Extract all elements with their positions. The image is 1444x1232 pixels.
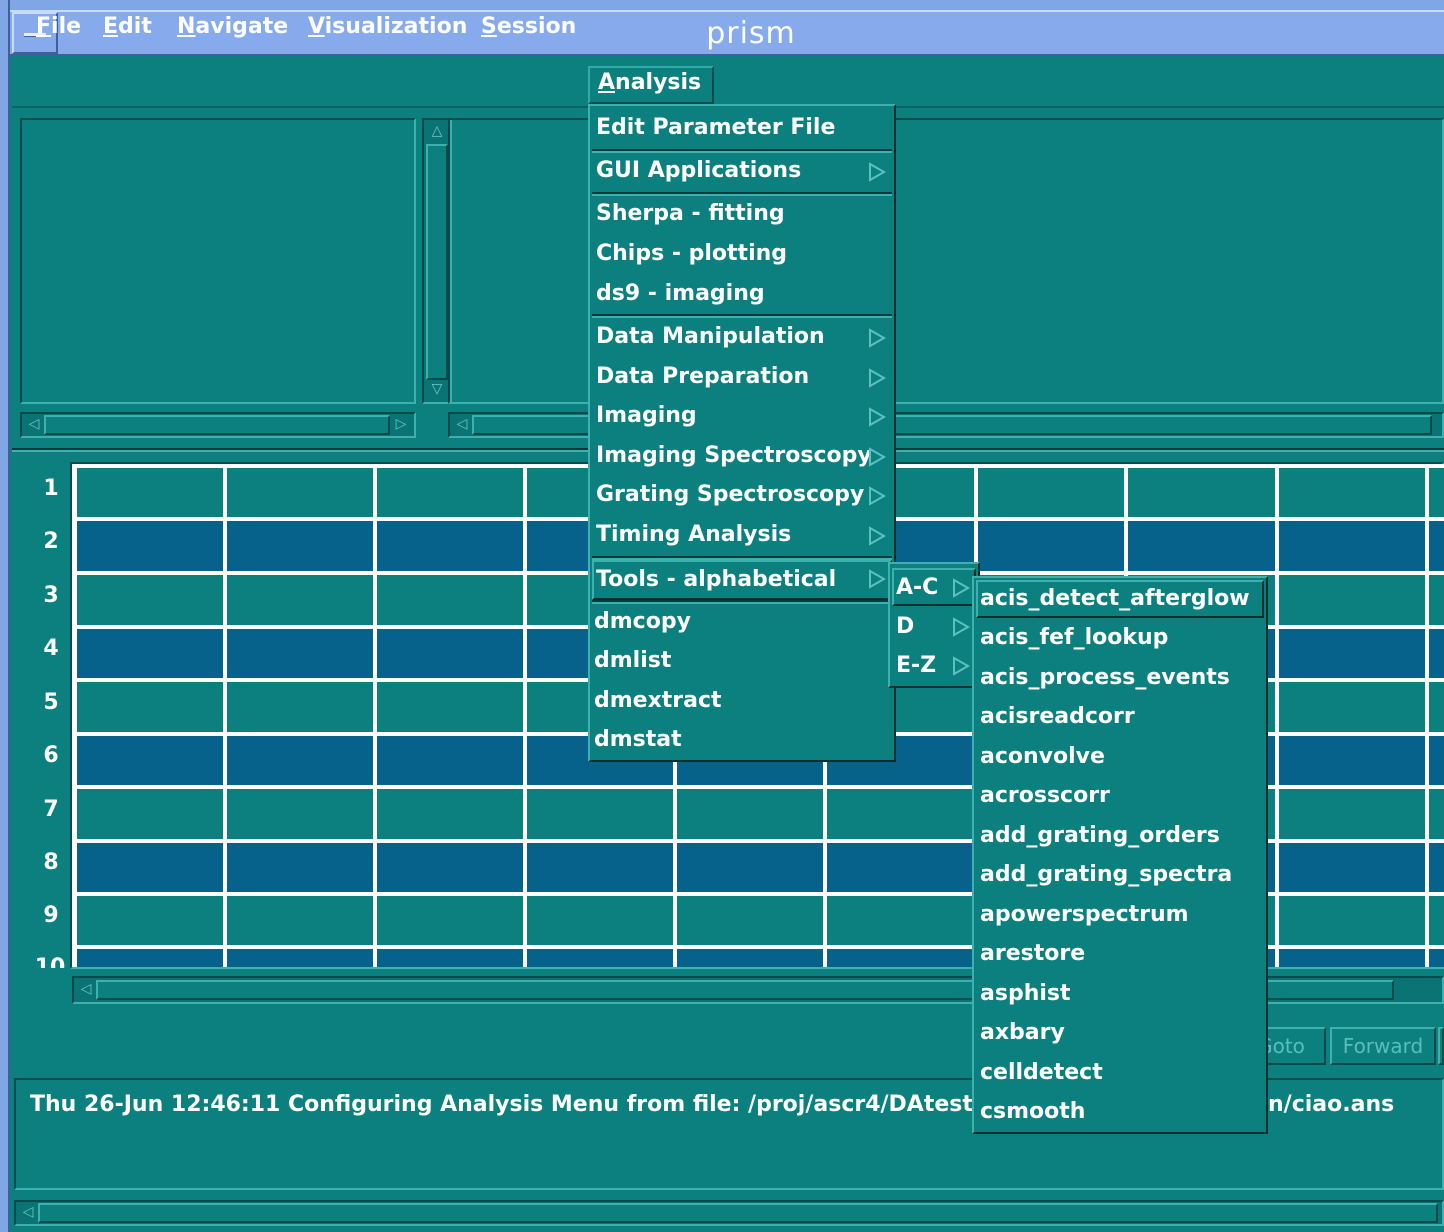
row-number: 5 — [43, 690, 59, 715]
scroll-left-icon[interactable]: ◁ — [18, 1203, 38, 1223]
menu-item-timing-analysis[interactable]: Timing Analysis — [596, 517, 791, 553]
menu-item-chips[interactable]: Chips - plotting — [596, 236, 787, 272]
menu-edit[interactable]: Edit — [95, 10, 160, 44]
status-message: Thu 26-Jun 12:46:11 Configuring Analysis… — [30, 1092, 1023, 1117]
window-frame-top — [0, 0, 1444, 10]
column-divider — [373, 464, 377, 967]
menu-item-csmooth[interactable]: csmooth — [980, 1094, 1085, 1130]
menu-analysis[interactable]: Analysis — [588, 66, 714, 104]
row-number: 2 — [43, 529, 59, 554]
menu-item-apowerspectrum[interactable]: apowerspectrum — [980, 897, 1189, 933]
analysis-menu: Edit Parameter File GUI Applications She… — [588, 104, 896, 762]
scroll-left-icon[interactable]: ◁ — [452, 415, 472, 435]
cascade-arrow-icon — [868, 162, 886, 182]
menu-item-ds9[interactable]: ds9 - imaging — [596, 276, 765, 312]
scrollbar-thumb[interactable] — [38, 1203, 1438, 1223]
menu-item-edit-parameter-file[interactable]: Edit Parameter File — [596, 110, 835, 146]
scroll-right-icon[interactable]: ▷ — [390, 415, 412, 435]
row-number: 6 — [43, 743, 59, 768]
tree-pane[interactable] — [20, 118, 416, 404]
menu-item-data-manipulation[interactable]: Data Manipulation — [596, 319, 825, 355]
scroll-down-icon[interactable]: ▽ — [426, 380, 448, 400]
menu-item-dmextract[interactable]: dmextract — [594, 683, 722, 719]
tools-submenu: A-C D E-Z — [888, 562, 980, 688]
scroll-up-icon[interactable]: △ — [426, 122, 448, 142]
row-number: 10 — [30, 957, 70, 969]
menu-item-acis-fef-lookup[interactable]: acis_fef_lookup — [980, 620, 1168, 656]
menu-item-data-preparation[interactable]: Data Preparation — [596, 359, 809, 395]
row-number: 1 — [43, 476, 59, 501]
menu-item-acis-process-events[interactable]: acis_process_events — [980, 660, 1230, 696]
forward-button[interactable]: Forward — [1330, 1027, 1436, 1065]
cascade-arrow-icon — [868, 447, 886, 467]
menu-item-e-z[interactable]: E-Z — [896, 648, 936, 684]
menubar — [12, 58, 1444, 108]
row-number: 8 — [43, 850, 59, 875]
menu-item-sherpa[interactable]: Sherpa - fitting — [596, 196, 785, 232]
cascade-arrow-icon — [952, 656, 970, 676]
next-button-partial[interactable] — [1438, 1027, 1444, 1065]
row-number: 3 — [43, 583, 59, 608]
menu-item-arestore[interactable]: arestore — [980, 936, 1085, 972]
menu-file[interactable]: File — [28, 10, 89, 44]
a-c-submenu: acis_detect_afterglow acis_fef_lookup ac… — [972, 576, 1268, 1134]
menu-item-acrosscorr[interactable]: acrosscorr — [980, 778, 1110, 814]
menu-item-gui-applications[interactable]: GUI Applications — [596, 153, 801, 189]
row-number: 4 — [43, 636, 59, 661]
menu-item-a-c[interactable]: A-C — [896, 570, 938, 606]
column-divider — [1425, 464, 1429, 967]
menu-item-acisreadcorr[interactable]: acisreadcorr — [980, 699, 1135, 735]
cascade-arrow-icon — [868, 328, 886, 348]
cascade-arrow-icon — [868, 486, 886, 506]
cascade-arrow-icon — [868, 407, 886, 427]
menu-item-acis-detect-afterglow[interactable]: acis_detect_afterglow — [980, 581, 1250, 617]
row-number: 9 — [43, 903, 59, 928]
menu-item-add-grating-orders[interactable]: add_grating_orders — [980, 818, 1220, 854]
menu-item-add-grating-spectra[interactable]: add_grating_spectra — [980, 857, 1232, 893]
menu-item-asphist[interactable]: asphist — [980, 976, 1071, 1012]
menu-item-aconvolve[interactable]: aconvolve — [980, 739, 1105, 775]
scroll-left-icon[interactable]: ◁ — [76, 980, 96, 1000]
scroll-left-icon[interactable]: ◁ — [24, 415, 44, 435]
menu-separator — [592, 314, 892, 318]
row-number: 7 — [43, 797, 59, 822]
menu-item-dmcopy[interactable]: dmcopy — [594, 604, 691, 640]
cascade-arrow-icon — [952, 578, 970, 598]
scrollbar-thumb[interactable] — [426, 144, 448, 380]
cascade-arrow-icon — [952, 617, 970, 637]
menu-item-imaging-spectroscopy[interactable]: Imaging Spectroscopy — [596, 438, 872, 474]
menu-navigate[interactable]: Navigate — [169, 10, 296, 44]
status-message-tail: n/ciao.ans — [1268, 1092, 1395, 1117]
menu-item-grating-spectroscopy[interactable]: Grating Spectroscopy — [596, 477, 864, 513]
scrollbar-thumb[interactable] — [44, 415, 390, 435]
column-divider — [1275, 464, 1279, 967]
menu-item-axbary[interactable]: axbary — [980, 1015, 1065, 1051]
menu-item-celldetect[interactable]: celldetect — [980, 1055, 1103, 1091]
menu-item-dmlist[interactable]: dmlist — [594, 643, 671, 679]
column-divider — [523, 464, 527, 967]
column-divider — [223, 464, 227, 967]
row-number-clip: 10 — [30, 956, 70, 969]
cascade-arrow-icon — [868, 526, 886, 546]
menu-item-dmstat[interactable]: dmstat — [594, 722, 682, 758]
window-frame-left — [0, 0, 10, 1232]
cascade-arrow-icon — [868, 569, 886, 589]
cascade-arrow-icon — [868, 368, 886, 388]
menu-item-tools-alphabetical[interactable]: Tools - alphabetical — [596, 562, 836, 598]
menu-visualization[interactable]: Visualization — [300, 10, 475, 44]
menu-item-imaging[interactable]: Imaging — [596, 398, 697, 434]
menu-item-d[interactable]: D — [896, 609, 914, 645]
menu-session[interactable]: Session — [473, 10, 584, 44]
